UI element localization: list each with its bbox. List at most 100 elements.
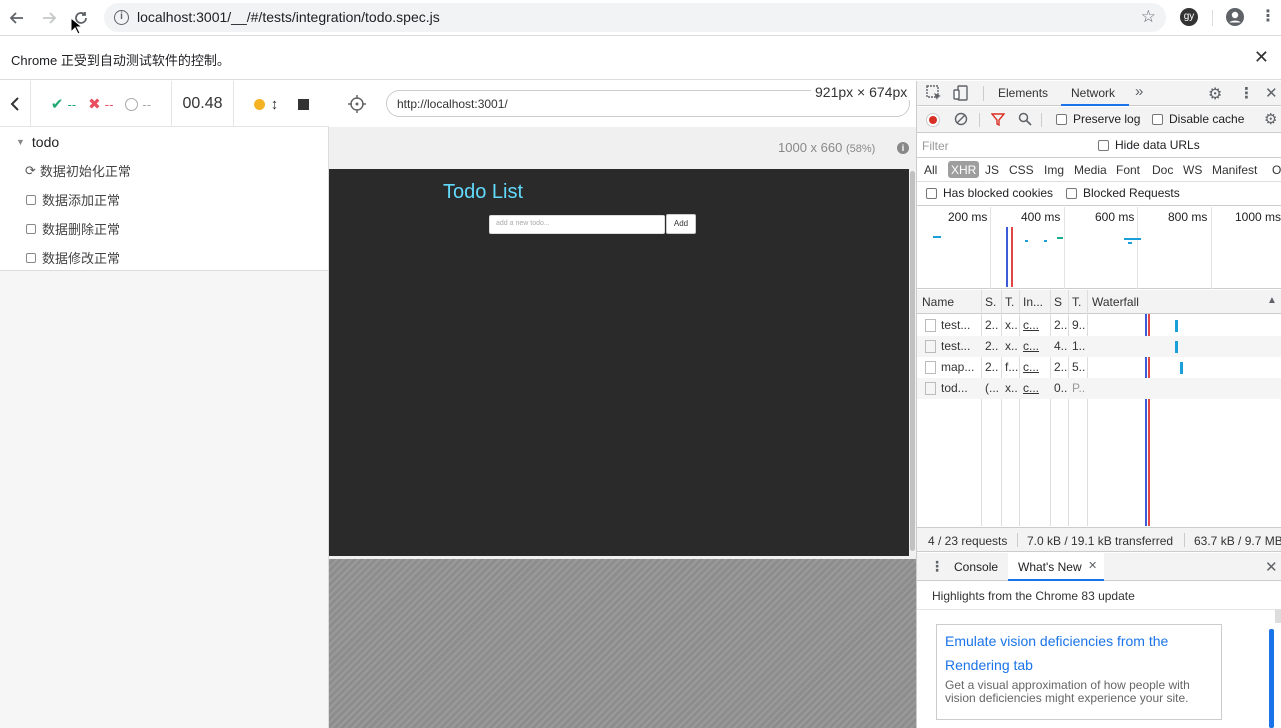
filter-input[interactable]: Filter: [922, 139, 949, 153]
pending-count: --: [142, 96, 152, 112]
devtools-menu-icon[interactable]: ⋮: [1239, 84, 1254, 102]
filter-icon[interactable]: [990, 112, 1006, 129]
viewport-info-icon[interactable]: i: [897, 142, 909, 154]
forward-button[interactable]: [37, 6, 61, 30]
record-button[interactable]: [926, 113, 940, 127]
chevron-left-icon: [10, 97, 19, 111]
type-css[interactable]: CSS: [1009, 163, 1034, 177]
check-icon: ✔: [50, 96, 64, 113]
type-all[interactable]: All: [924, 163, 937, 177]
req-initiator[interactable]: c...: [1023, 339, 1048, 353]
address-bar[interactable]: i localhost:3001/__/#/tests/integration/…: [104, 3, 1166, 32]
blocked-requests-checkbox[interactable]: [1066, 188, 1077, 199]
col-size[interactable]: S: [1054, 295, 1062, 309]
pending-circle-icon: [125, 97, 139, 111]
infobar-close-icon[interactable]: ✕: [1254, 47, 1269, 68]
bookmark-star-icon[interactable]: ☆: [1141, 7, 1156, 27]
req-initiator[interactable]: c...: [1023, 318, 1048, 332]
req-initiator[interactable]: c...: [1023, 360, 1048, 374]
close-drawer-icon[interactable]: ✕: [1265, 558, 1278, 576]
col-status[interactable]: S.: [985, 295, 996, 309]
autoscroll-toggle-icon[interactable]: ↕: [271, 96, 279, 113]
network-overview-timeline[interactable]: 200 ms 400 ms 600 ms 800 ms 1000 ms: [917, 207, 1281, 289]
tab-network[interactable]: Network: [1071, 86, 1115, 100]
failed-count: --: [104, 96, 114, 112]
type-manifest[interactable]: Manifest: [1212, 163, 1257, 177]
test-row[interactable]: 数据修改正常: [0, 243, 328, 272]
type-js[interactable]: JS: [985, 163, 999, 177]
add-todo-button[interactable]: Add: [666, 214, 696, 234]
type-ws[interactable]: WS: [1183, 163, 1202, 177]
table-row[interactable]: tod... (... x... c... 0... P...: [917, 378, 1281, 399]
table-row[interactable]: test... 2... x... c... 2... 9...: [917, 315, 1281, 336]
arrow-right-icon: [43, 12, 57, 24]
tab-whats-new[interactable]: What's New: [1018, 560, 1082, 574]
type-xhr[interactable]: XHR: [951, 163, 976, 177]
stop-button[interactable]: [298, 98, 310, 110]
back-button[interactable]: [5, 6, 29, 30]
type-img[interactable]: Img: [1044, 163, 1064, 177]
table-row[interactable]: test... 2... x... c... 4... 1...: [917, 336, 1281, 357]
col-name[interactable]: Name: [922, 295, 954, 309]
site-info-icon[interactable]: i: [114, 10, 129, 25]
type-media[interactable]: Media: [1074, 163, 1107, 177]
aut-scrollbar[interactable]: [909, 169, 916, 556]
browser-menu-icon[interactable]: ⋮: [1260, 8, 1276, 26]
sort-ascending-icon: ▲: [1267, 295, 1277, 306]
suite-row[interactable]: ▼ todo: [0, 127, 328, 156]
settings-gear-icon[interactable]: ⚙: [1208, 84, 1222, 104]
col-initiator[interactable]: In...: [1023, 295, 1043, 309]
timeline-bar: [1057, 237, 1063, 239]
test-row[interactable]: 数据删除正常: [0, 214, 328, 243]
col-time[interactable]: T.: [1072, 295, 1081, 309]
suite-title: todo: [31, 133, 60, 150]
more-tabs-icon[interactable]: »: [1135, 83, 1143, 100]
whats-new-heading: Highlights from the Chrome 83 update: [932, 589, 1135, 603]
timeline-bar: [1128, 242, 1132, 244]
req-status: 2...: [985, 339, 999, 353]
table-row[interactable]: map... 2... f... c... 2... 5...: [917, 357, 1281, 378]
clear-icon[interactable]: [954, 112, 968, 129]
inspect-element-icon[interactable]: [926, 85, 942, 104]
address-url: localhost:3001/__/#/tests/integration/to…: [137, 9, 440, 25]
todo-input[interactable]: add a new todo...: [489, 215, 665, 234]
back-to-specs-button[interactable]: [0, 81, 31, 127]
drawer-menu-icon[interactable]: ⋮: [930, 559, 944, 573]
checkbox-icon: [26, 223, 36, 234]
timeline-tick: 400 ms: [1021, 210, 1061, 224]
close-tab-icon[interactable]: ✕: [1088, 559, 1097, 572]
preserve-log-checkbox[interactable]: [1056, 114, 1067, 125]
req-name: tod...: [941, 381, 968, 395]
type-font[interactable]: Font: [1116, 163, 1140, 177]
device-toolbar-icon[interactable]: [953, 85, 969, 104]
tab-console[interactable]: Console: [954, 560, 998, 574]
aut-scrollbar-thumb[interactable]: [910, 171, 915, 551]
req-type: x...: [1005, 318, 1018, 332]
extension-icon[interactable]: gy: [1180, 8, 1198, 26]
has-blocked-cookies-checkbox[interactable]: [926, 188, 937, 199]
selector-playground-icon[interactable]: [348, 95, 366, 116]
col-waterfall[interactable]: Waterfall: [1092, 295, 1139, 309]
feature-card[interactable]: Emulate vision deficiencies from the Ren…: [936, 624, 1222, 720]
type-other[interactable]: Ot: [1272, 163, 1281, 177]
close-devtools-icon[interactable]: ✕: [1265, 84, 1278, 102]
type-doc[interactable]: Doc: [1152, 163, 1173, 177]
profile-avatar-icon[interactable]: [1225, 7, 1245, 30]
network-settings-gear-icon[interactable]: ⚙: [1264, 110, 1277, 128]
passed-count: --: [67, 96, 77, 112]
req-initiator[interactable]: c...: [1023, 381, 1048, 395]
drawer-scrollbar-track[interactable]: [1275, 609, 1281, 623]
col-type[interactable]: T.: [1005, 295, 1014, 309]
feature-card-title[interactable]: Emulate vision deficiencies from the Ren…: [945, 629, 1205, 677]
hide-data-urls-checkbox[interactable]: [1098, 140, 1109, 151]
drawer-scrollbar-thumb[interactable]: [1269, 629, 1274, 728]
automation-infobar: Chrome 正受到自动测试软件的控制。 ✕: [0, 35, 1281, 80]
status-divider: [1184, 533, 1185, 547]
record-icon: [929, 116, 937, 124]
disable-cache-checkbox[interactable]: [1152, 114, 1163, 125]
test-row[interactable]: 数据添加正常: [0, 185, 328, 214]
req-status: (...: [985, 381, 999, 395]
search-icon[interactable]: [1018, 112, 1032, 129]
tab-elements[interactable]: Elements: [998, 86, 1048, 100]
test-row[interactable]: ⟳ 数据初始化正常: [0, 156, 328, 185]
